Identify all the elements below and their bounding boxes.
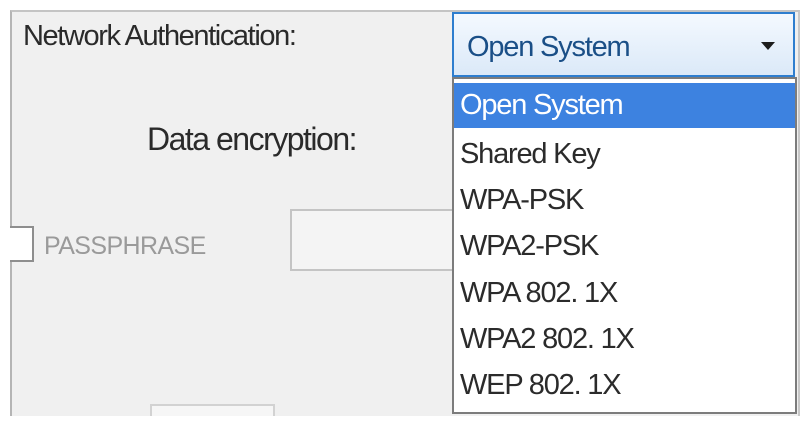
data-encryption-label: Data encryption: [147, 121, 358, 157]
option-wpa-psk[interactable]: WPA-PSK [454, 178, 795, 223]
bottom-button-edge[interactable] [150, 404, 275, 416]
network-authentication-selected-value: Open System [467, 31, 631, 63]
passphrase-label: PASSPHRASE [44, 232, 206, 260]
passphrase-input[interactable] [290, 209, 460, 271]
option-wep-802-1x[interactable]: WEP 802. 1X [454, 363, 795, 408]
chevron-down-icon[interactable] [761, 42, 775, 50]
network-authentication-label: Network Authentication: [23, 20, 297, 52]
network-authentication-dropdown-list[interactable]: Open System Shared Key WPA-PSK WPA2-PSK … [452, 77, 797, 414]
passphrase-checkbox[interactable] [10, 226, 34, 262]
network-authentication-select[interactable]: Open System [452, 12, 795, 77]
option-wpa-802-1x[interactable]: WPA 802. 1X [454, 271, 795, 316]
option-wpa2-psk[interactable]: WPA2-PSK [454, 224, 795, 269]
option-open-system[interactable]: Open System [454, 83, 795, 128]
option-wpa2-802-1x[interactable]: WPA2 802. 1X [454, 317, 795, 362]
option-shared-key[interactable]: Shared Key [454, 132, 795, 177]
